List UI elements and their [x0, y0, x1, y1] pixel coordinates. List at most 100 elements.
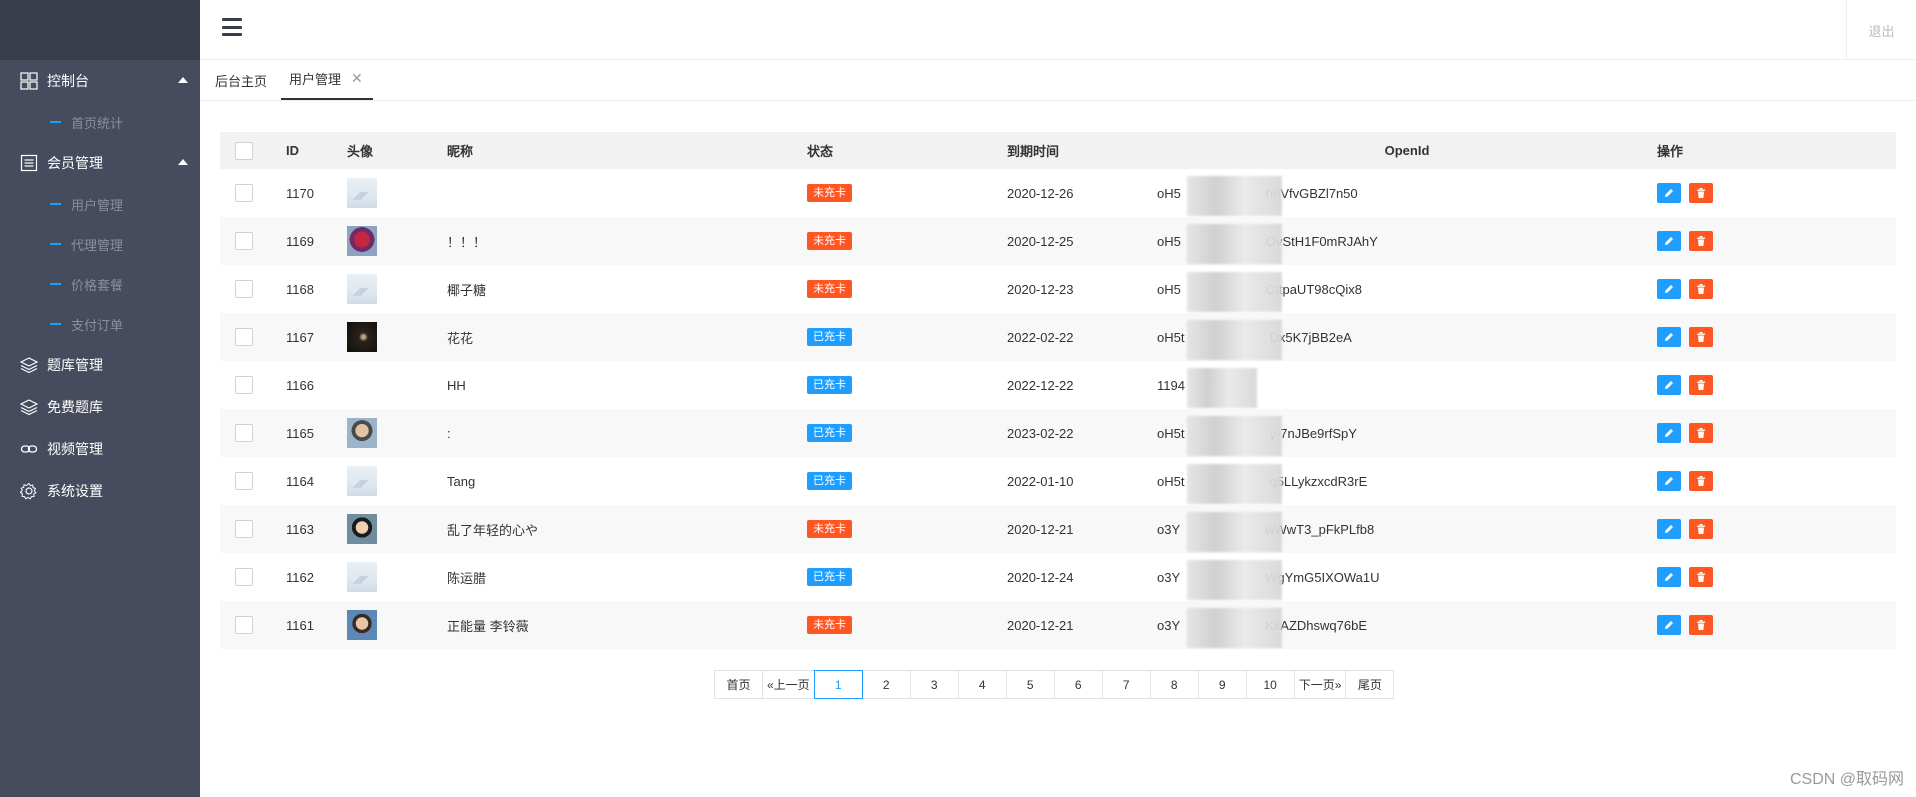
openid: o3Y wWwT3_pFkPLfb8	[1157, 511, 1374, 552]
sidebar-group-5[interactable]: 系统设置	[0, 470, 200, 512]
delete-button[interactable]	[1689, 471, 1713, 491]
edit-button[interactable]	[1657, 327, 1681, 347]
delete-button[interactable]	[1689, 519, 1713, 539]
hamburger-menu-icon[interactable]	[220, 16, 244, 38]
page-last-button[interactable]: 尾页	[1345, 670, 1395, 699]
caret-up-icon	[178, 159, 188, 165]
page-next-button[interactable]: 下一页»	[1293, 670, 1347, 699]
openid: o3Y KxAZDhswq76bE	[1157, 607, 1367, 648]
delete-button[interactable]	[1689, 327, 1713, 347]
tab-user-management[interactable]: 用户管理 ✕	[281, 59, 373, 100]
cell-id: 1166	[286, 377, 314, 393]
page-number-8[interactable]: 8	[1149, 670, 1199, 699]
header-action: 操作	[1657, 132, 1896, 169]
cell-nickname: HH	[447, 377, 466, 393]
row-checkbox[interactable]	[235, 568, 253, 586]
page-first-button[interactable]: 首页	[714, 670, 763, 699]
row-checkbox[interactable]	[235, 232, 253, 250]
row-checkbox[interactable]	[235, 280, 253, 298]
page-number-9[interactable]: 9	[1197, 670, 1247, 699]
openid-suffix: q5LLykzxcdR3rE	[1269, 473, 1368, 489]
cell-expire: 2020-12-21	[1007, 505, 1157, 553]
page-number-1[interactable]: 1	[813, 670, 863, 699]
delete-button[interactable]	[1689, 279, 1713, 299]
header-openid: OpenId	[1157, 132, 1657, 169]
sidebar: 控制台 首页统计 会员管理 用户管理代理管理价格套餐 支付订单 题库管理 免费题库视频管理系…	[0, 0, 200, 797]
cell-id: 1170	[286, 185, 314, 201]
edit-button[interactable]	[1657, 471, 1681, 491]
watermark-text: CSDN @取码网	[1789, 771, 1904, 788]
row-checkbox[interactable]	[235, 424, 253, 442]
edit-button[interactable]	[1657, 567, 1681, 587]
sidebar-group-0[interactable]: 控制台	[0, 60, 200, 102]
delete-button[interactable]	[1689, 231, 1713, 251]
select-all-checkbox[interactable]	[235, 141, 253, 160]
privacy-mosaic	[1187, 223, 1282, 264]
delete-button[interactable]	[1689, 423, 1713, 443]
row-checkbox[interactable]	[235, 520, 253, 538]
sidebar-group-1[interactable]: 会员管理	[0, 142, 200, 184]
close-icon[interactable]: ✕	[351, 70, 363, 87]
page-number-3[interactable]: 3	[909, 670, 959, 699]
page-prev-button[interactable]: «上一页	[762, 670, 815, 699]
status-badge: 未充卡	[807, 280, 852, 298]
delete-button[interactable]	[1689, 183, 1713, 203]
sidebar-subitem-label: 代理管理	[71, 237, 124, 253]
cell-nickname	[447, 169, 807, 217]
dash-icon	[50, 243, 61, 245]
logout-button[interactable]: 退出	[1846, 0, 1916, 60]
sidebar-subitem-0-0[interactable]: 首页统计	[0, 102, 200, 142]
sidebar-subitem-1-0[interactable]: 用户管理	[0, 184, 200, 224]
edit-button[interactable]	[1657, 375, 1681, 395]
delete-button[interactable]	[1689, 615, 1713, 635]
page-number-7[interactable]: 7	[1101, 670, 1151, 699]
openid: 1194	[1157, 367, 1257, 408]
cell-id: 1168	[286, 281, 314, 297]
table-row: 1168 椰子糖 未充卡 2020-12-23 oH5 CttpaUT98cQix8	[220, 265, 1896, 313]
edit-button[interactable]	[1657, 183, 1681, 203]
page-number-5[interactable]: 5	[1005, 670, 1055, 699]
sidebar-group-2[interactable]: 题库管理	[0, 344, 200, 386]
openid-prefix: oH5t	[1157, 329, 1185, 345]
row-checkbox[interactable]	[235, 616, 253, 634]
edit-button[interactable]	[1657, 519, 1681, 539]
sidebar-subitem-1-1[interactable]: 代理管理	[0, 224, 200, 264]
delete-button[interactable]	[1689, 567, 1713, 587]
row-checkbox[interactable]	[235, 328, 253, 346]
sidebar-group-4[interactable]: 视频管理	[0, 428, 200, 470]
page-number-6[interactable]: 6	[1053, 670, 1103, 699]
privacy-mosaic	[1187, 367, 1257, 408]
tab-user-management-label: 用户管理	[289, 72, 342, 87]
table-row: 1161 正能量 李铃薇 未充卡 2020-12-21 o3Y KxAZDhswq76bE	[220, 601, 1896, 649]
sidebar-group-label: 视频管理	[47, 441, 103, 457]
link-icon	[20, 440, 38, 458]
status-badge: 已充卡	[807, 472, 852, 490]
edit-button[interactable]	[1657, 423, 1681, 443]
dash-icon	[50, 203, 61, 205]
edit-button[interactable]	[1657, 615, 1681, 635]
delete-button[interactable]	[1689, 375, 1713, 395]
cell-expire: 2020-12-26	[1007, 185, 1074, 201]
edit-button[interactable]	[1657, 279, 1681, 299]
openid: oH5 CttpaUT98cQix8	[1157, 271, 1362, 312]
header-avatar: 头像	[347, 132, 447, 169]
page-number-10[interactable]: 10	[1245, 670, 1295, 699]
cell-expire: 2020-12-23	[1007, 281, 1074, 297]
row-checkbox[interactable]	[235, 184, 253, 202]
status-badge: 未充卡	[807, 184, 852, 202]
page-number-4[interactable]: 4	[957, 670, 1007, 699]
page-number-2[interactable]: 2	[861, 670, 911, 699]
edit-button[interactable]	[1657, 231, 1681, 251]
sidebar-subitem-1-2[interactable]: 价格套餐	[0, 264, 200, 304]
row-checkbox[interactable]	[235, 376, 253, 394]
sidebar-subitem-1-3[interactable]: 支付订单	[0, 304, 200, 344]
tab-home[interactable]: 后台主页	[207, 60, 275, 100]
pagination: 首页 «上一页 1 2 3 4 5 6 7 8 9 10 下一页» 尾页	[714, 670, 1395, 699]
sidebar-logo-area	[0, 0, 200, 60]
sidebar-group-3[interactable]: 免费题库	[0, 386, 200, 428]
openid: oH5 heVfvGBZl7n50	[1157, 175, 1358, 216]
privacy-mosaic	[1187, 415, 1282, 456]
row-checkbox[interactable]	[235, 472, 253, 490]
avatar	[347, 226, 377, 256]
openid-suffix: WgYmG5IXOWa1U	[1265, 569, 1380, 585]
